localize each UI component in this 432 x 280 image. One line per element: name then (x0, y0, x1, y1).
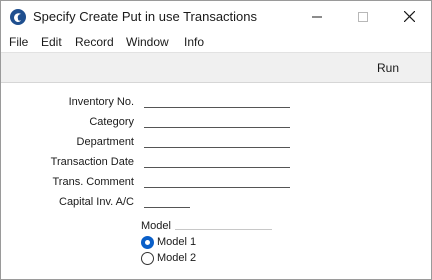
inventory-no-field[interactable] (144, 95, 290, 108)
maximize-button[interactable] (340, 1, 386, 32)
run-button[interactable]: Run (377, 61, 399, 75)
capital-inv-ac-field[interactable] (144, 195, 190, 208)
capital-inv-ac-label: Capital Inv. A/C (59, 196, 134, 208)
title-bar[interactable]: Specify Create Put in use Transactions (1, 1, 431, 32)
transaction-date-field[interactable] (144, 155, 290, 168)
close-icon (403, 11, 415, 22)
trans-comment-label: Trans. Comment (52, 176, 134, 188)
app-logo-icon (9, 8, 27, 26)
menu-bar: File Edit Record Window Info (1, 32, 431, 52)
department-field[interactable] (144, 135, 290, 148)
menu-edit[interactable]: Edit (41, 35, 62, 49)
category-label: Category (89, 116, 134, 128)
model-1-label: Model 1 (157, 236, 197, 248)
model-2-option[interactable]: Model 2 (141, 251, 196, 265)
minimize-button[interactable] (294, 1, 340, 32)
department-label: Department (76, 136, 134, 148)
model-group-divider (175, 229, 272, 230)
app-window: Specify Create Put in use Transactions F… (0, 0, 432, 280)
inventory-no-label: Inventory No. (68, 96, 134, 108)
model-2-label: Model 2 (157, 252, 197, 264)
category-field[interactable] (144, 115, 290, 128)
close-button[interactable] (386, 1, 431, 32)
menu-file[interactable]: File (9, 35, 28, 49)
minimize-icon (312, 16, 322, 17)
model-1-option[interactable]: Model 1 (141, 235, 196, 249)
specification-form: Inventory No. Category Department Transa… (1, 83, 431, 279)
maximize-icon (358, 11, 368, 22)
model-2-radio[interactable] (141, 251, 154, 265)
toolbar: Run (1, 52, 431, 83)
model-group-label: Model (141, 220, 171, 232)
transaction-date-label: Transaction Date (50, 156, 134, 168)
trans-comment-field[interactable] (144, 175, 290, 188)
menu-info[interactable]: Info (184, 35, 204, 49)
window-title: Specify Create Put in use Transactions (33, 9, 258, 24)
menu-record[interactable]: Record (75, 35, 114, 49)
model-1-radio[interactable] (141, 235, 154, 249)
menu-window[interactable]: Window (126, 35, 169, 49)
